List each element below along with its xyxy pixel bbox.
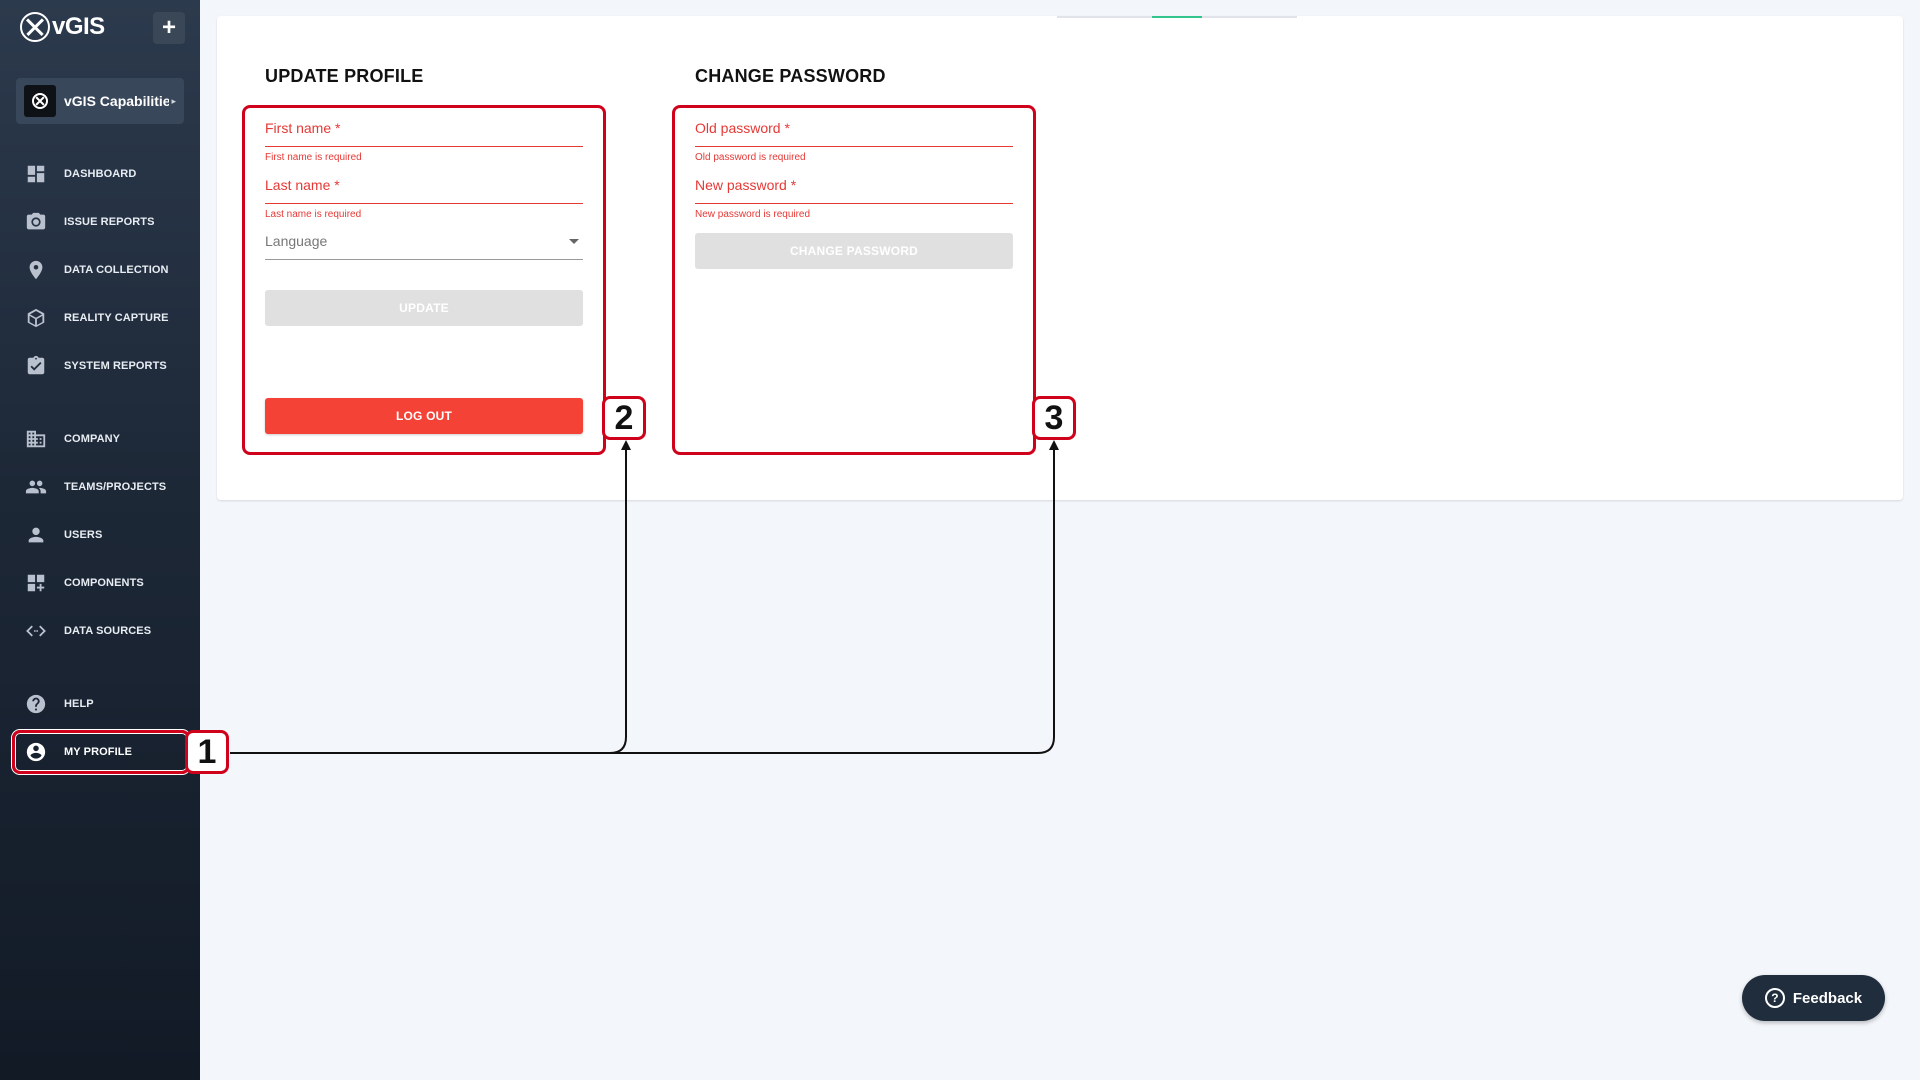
camera-icon [24, 210, 48, 234]
person-icon [24, 523, 48, 547]
annotation-box-change-password [672, 105, 1036, 455]
feedback-label: Feedback [1792, 989, 1863, 1007]
location-pin-icon [24, 258, 48, 282]
sidebar-item-system-reports[interactable]: SYSTEM REPORTS [0, 346, 200, 386]
sidebar-item-label: ISSUE REPORTS [64, 216, 155, 228]
sidebar-item-company[interactable]: COMPANY [0, 419, 200, 459]
update-profile-title: UPDATE PROFILE [265, 66, 424, 86]
feedback-button[interactable]: ? Feedback [1742, 975, 1885, 1021]
cube-scan-icon [24, 306, 48, 330]
sidebar-item-label: DATA SOURCES [64, 625, 152, 637]
sidebar-item-label: DATA COLLECTION [64, 264, 169, 276]
sidebar-item-components[interactable]: COMPONENTS [0, 563, 200, 603]
add-button[interactable]: + [153, 12, 185, 44]
sidebar-item-label: HELP [64, 698, 94, 710]
annotation-badge-1: 1 [185, 730, 229, 774]
annotation-badge-2: 2 [602, 396, 646, 440]
sidebar-item-label: SYSTEM REPORTS [64, 360, 167, 372]
vgis-logo-icon [20, 12, 50, 42]
loading-indicator [1057, 16, 1297, 18]
sidebar: vGIS + vGIS Capabilities ▸ DASHBOARD ISS… [0, 0, 200, 1080]
sidebar-item-label: COMPANY [64, 433, 121, 445]
vgis-logo[interactable]: vGIS [20, 12, 105, 42]
caret-right-icon: ▸ [171, 95, 176, 106]
sidebar-item-data-sources[interactable]: DATA SOURCES [0, 611, 200, 651]
sidebar-item-label: COMPONENTS [64, 577, 144, 589]
sidebar-item-label: DASHBOARD [64, 168, 137, 180]
sidebar-item-label: TEAMS/PROJECTS [64, 481, 167, 493]
sidebar-item-label: REALITY CAPTURE [64, 312, 169, 324]
widgets-icon [24, 571, 48, 595]
help-circle-icon [24, 692, 48, 716]
sidebar-item-data-collection[interactable]: DATA COLLECTION [0, 250, 200, 290]
project-name: vGIS Capabilities [64, 93, 170, 109]
change-password-title: CHANGE PASSWORD [695, 66, 886, 86]
project-logo-icon [24, 85, 56, 117]
sidebar-item-reality-capture[interactable]: REALITY CAPTURE [0, 298, 200, 338]
sidebar-item-help[interactable]: HELP [0, 684, 200, 724]
building-icon [24, 427, 48, 451]
project-selector[interactable]: vGIS Capabilities ▸ [16, 78, 184, 124]
logo-text: vGIS [52, 13, 105, 40]
annotation-box-update-profile [242, 105, 606, 455]
sidebar-item-users[interactable]: USERS [0, 515, 200, 555]
annotation-box-my-profile [12, 730, 190, 774]
annotation-badge-3: 3 [1032, 396, 1076, 440]
dashboard-icon [24, 162, 48, 186]
help-circle-icon: ? [1764, 988, 1785, 1008]
people-icon [24, 475, 48, 499]
sidebar-item-teams-projects[interactable]: TEAMS/PROJECTS [0, 467, 200, 507]
sidebar-item-label: USERS [64, 529, 103, 541]
plus-icon: + [161, 14, 176, 41]
sidebar-item-dashboard[interactable]: DASHBOARD [0, 154, 200, 194]
code-brackets-icon [24, 619, 48, 643]
sidebar-item-issue-reports[interactable]: ISSUE REPORTS [0, 202, 200, 242]
clipboard-check-icon [24, 354, 48, 378]
